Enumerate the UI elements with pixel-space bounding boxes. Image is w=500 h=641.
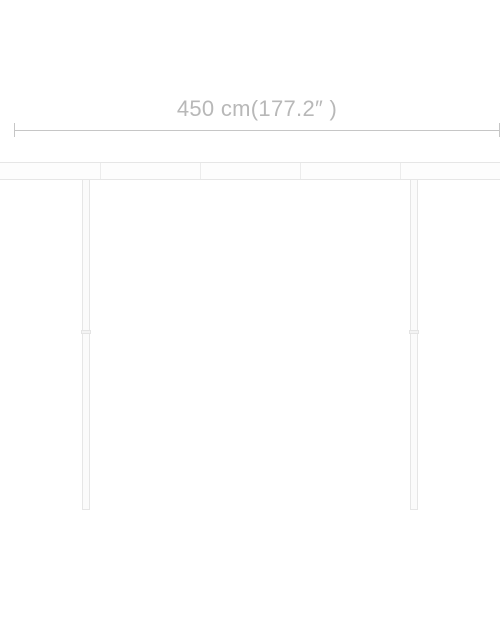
dimension-line [14, 130, 500, 131]
awning-frame-top [0, 162, 500, 180]
dimension-tick-left [14, 123, 15, 137]
dimension-label: 450 cm(177.2″ ) [14, 96, 500, 122]
post-joint-left [81, 330, 91, 334]
awning-post-left [82, 180, 90, 510]
awning-post-right [410, 180, 418, 510]
post-joint-right [409, 330, 419, 334]
